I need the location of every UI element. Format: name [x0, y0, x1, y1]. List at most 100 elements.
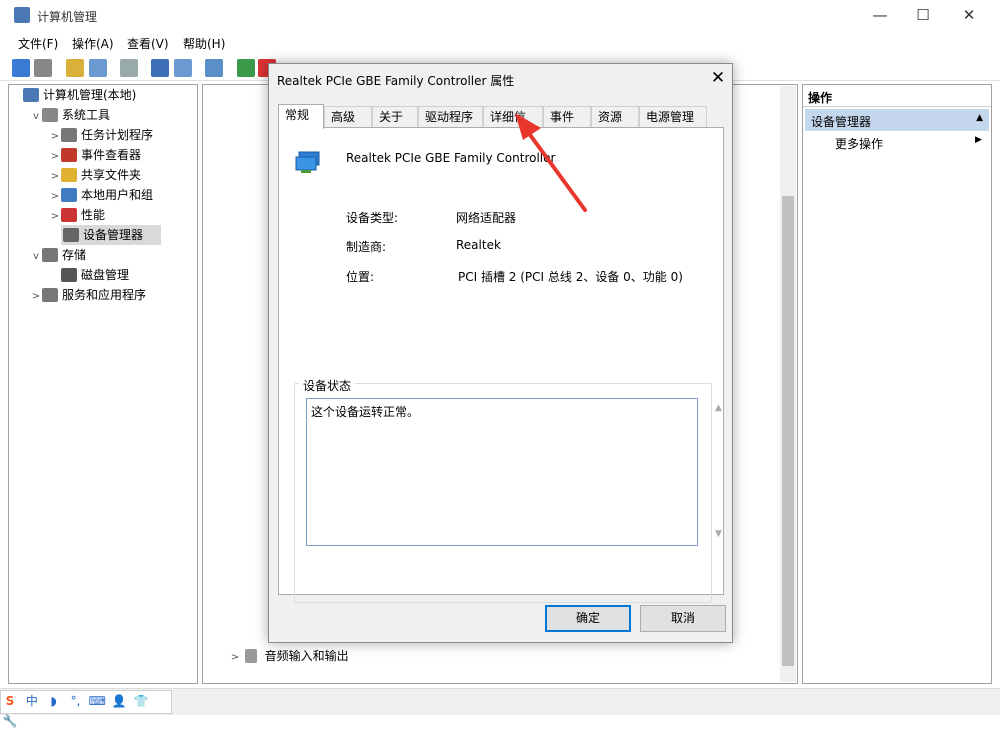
properties-dialog: Realtek PCIe GBE Family Controller 属性 ✕ … [268, 63, 733, 643]
device-status-group-label: 设备状态 [299, 377, 356, 394]
update-driver-icon[interactable] [237, 59, 255, 77]
menu-action[interactable]: 操作(A) [72, 35, 114, 52]
tree-item[interactable]: 设备管理器 [61, 225, 161, 245]
up-folder-icon[interactable] [66, 59, 84, 77]
tree-item-icon [61, 148, 77, 162]
tree-item-label: 磁盘管理 [81, 268, 130, 282]
console-tree: 计算机管理(本地) v 系统工具 > 任务计划程序 > 事件查看器 > 共享文件夹 > 本地用户和组… [8, 84, 198, 684]
actions-header: 操作 [803, 85, 991, 107]
annotation-arrow [515, 113, 587, 212]
location-value: PCI 插槽 2 (PCI 总线 2、设备 0、功能 0) [458, 270, 683, 284]
tree-item-label: 任务计划程序 [81, 128, 154, 142]
tab-advanced[interactable]: 高级 [324, 106, 372, 128]
chevron-right-icon[interactable]: > [30, 287, 42, 307]
tree-item-icon [42, 108, 58, 122]
chevron-right-icon[interactable]: > [49, 187, 61, 207]
dialog-title: Realtek PCIe GBE Family Controller 属性 [277, 74, 515, 88]
more-actions-label: 更多操作 [835, 137, 884, 151]
help-icon[interactable] [151, 59, 169, 77]
tree-item-label: 服务和应用程序 [62, 288, 147, 302]
ime-skin-icon[interactable]: 👕 [132, 691, 150, 711]
menu-file[interactable]: 文件(F) [18, 35, 58, 52]
tree-item-label: 事件查看器 [81, 148, 142, 162]
tree-item[interactable]: v 存储 [9, 245, 197, 265]
tree-item-icon [61, 168, 77, 182]
network-adapter-icon [295, 150, 325, 176]
back-icon[interactable] [12, 59, 30, 77]
audio-io-tree-item[interactable]: > 音频输入和输出 [229, 647, 349, 664]
ime-toolbar: S 中 ◗ °, ⌨ 👤 👕 🔧 [0, 690, 172, 728]
tree-item-icon [42, 248, 58, 262]
tab-driver[interactable]: 驱动程序 [418, 106, 483, 128]
tree-item[interactable]: > 共享文件夹 [9, 165, 197, 185]
menu-help[interactable]: 帮助(H) [183, 35, 225, 52]
ime-halfwidth-icon[interactable]: ◗ [45, 691, 63, 711]
chevron-right-icon: > [230, 652, 240, 663]
actions-device-manager-label: 设备管理器 [811, 115, 872, 129]
ime-tools-icon[interactable]: 🔧 [1, 711, 19, 731]
tree-item[interactable]: > 任务计划程序 [9, 125, 197, 145]
device-status-textbox[interactable]: 这个设备运转正常。 ▲ ▼ [306, 398, 722, 546]
device-type-label: 设备类型: [346, 211, 399, 225]
scan-hardware-icon[interactable] [205, 59, 223, 77]
view-icon[interactable] [174, 59, 192, 77]
scroll-up-icon[interactable]: ▲ [715, 403, 722, 413]
manufacturer-label: 制造商: [346, 240, 387, 254]
close-button[interactable]: ✕ [946, 0, 992, 31]
tab-general[interactable]: 常规 [278, 104, 324, 129]
submenu-arrow-icon: ▶ [975, 135, 982, 145]
ime-user-icon[interactable]: 👤 [110, 691, 128, 711]
device-status-text: 这个设备运转正常。 [311, 405, 420, 419]
computer-management-icon [14, 7, 30, 23]
tree-item-label: 设备管理器 [83, 228, 144, 242]
tree-item[interactable]: v 系统工具 [9, 105, 197, 125]
speaker-icon [244, 649, 257, 663]
ime-punctuation-icon[interactable]: °, [66, 691, 84, 711]
more-actions[interactable]: 更多操作 ▶ [835, 135, 985, 152]
forward-icon[interactable] [34, 59, 52, 77]
tree-item-label: 计算机管理(本地) [43, 88, 137, 102]
general-tab-panel: Realtek PCIe GBE Family Controller 设备类型:… [278, 127, 724, 603]
tab-resources[interactable]: 资源 [591, 106, 639, 128]
tree-item[interactable]: 磁盘管理 [9, 265, 197, 285]
chevron-down-icon[interactable]: v [30, 247, 42, 267]
menu-view[interactable]: 查看(V) [127, 35, 169, 52]
tab-power-management[interactable]: 电源管理 [639, 106, 707, 128]
tab-about[interactable]: 关于 [372, 106, 418, 128]
ime-chinese-mode[interactable]: 中 [23, 691, 41, 711]
scrollbar-thumb[interactable] [782, 196, 794, 666]
chevron-right-icon[interactable]: > [49, 207, 61, 227]
tree-item[interactable]: > 服务和应用程序 [9, 285, 197, 305]
tree-item-icon [42, 288, 58, 302]
ok-button[interactable]: 确定 [545, 605, 631, 632]
tree-item-icon [61, 208, 77, 222]
location-label: 位置: [346, 270, 375, 284]
tree-item[interactable]: 计算机管理(本地) [9, 85, 197, 105]
tree-item[interactable]: > 本地用户和组 [9, 185, 197, 205]
properties-icon[interactable] [120, 59, 138, 77]
chevron-right-icon[interactable]: > [49, 167, 61, 187]
scroll-down-icon[interactable]: ▼ [715, 529, 722, 539]
show-tree-icon[interactable] [89, 59, 107, 77]
tree-item[interactable]: > 性能 [9, 205, 197, 225]
tree-item-label: 系统工具 [62, 108, 111, 122]
tree-item-icon [61, 128, 77, 142]
tree-item-icon [63, 228, 79, 242]
sogou-logo-icon[interactable]: S [1, 691, 19, 711]
chevron-right-icon[interactable]: > [49, 147, 61, 167]
chevron-right-icon[interactable]: > [49, 127, 61, 147]
tree-item[interactable]: > 事件查看器 [9, 145, 197, 165]
actions-pane: 操作 设备管理器 ▲ 更多操作 ▶ [802, 84, 992, 684]
minimize-button[interactable]: — [857, 0, 903, 31]
ime-keyboard-icon[interactable]: ⌨ [88, 691, 106, 711]
actions-device-manager[interactable]: 设备管理器 ▲ [805, 109, 989, 131]
tree-item-label: 共享文件夹 [81, 168, 142, 182]
chevron-down-icon[interactable]: v [30, 107, 42, 127]
tab-strip: 常规 高级 关于 驱动程序 详细信息 事件 资源 电源管理 [278, 104, 707, 144]
dialog-close-button[interactable]: ✕ [706, 66, 730, 90]
manufacturer-value: Realtek [456, 238, 501, 252]
tree-item-icon [61, 188, 77, 202]
tree-item-label: 存储 [62, 248, 87, 262]
cancel-button[interactable]: 取消 [640, 605, 726, 632]
maximize-button[interactable]: ☐ [900, 0, 946, 31]
